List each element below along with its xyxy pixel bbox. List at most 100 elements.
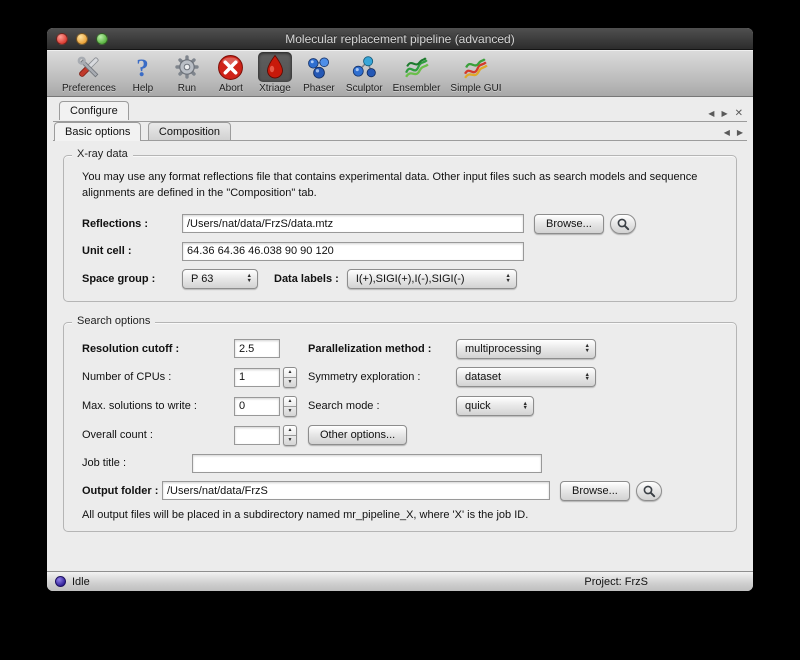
toolbar-item-ensembler[interactable]: Ensembler (390, 52, 444, 94)
toolbar-label: Help (133, 83, 154, 94)
tab-nav-left-icon[interactable]: ◀ (708, 109, 714, 118)
space-group-label: Space group : (82, 273, 182, 285)
toolbar-item-run[interactable]: Run (167, 52, 207, 94)
search-mode-label: Search mode : (308, 400, 456, 412)
tab-configure-label: Configure (70, 105, 118, 117)
popup-arrows-icon: ▲▼ (247, 274, 252, 283)
output-folder-input[interactable] (162, 481, 550, 500)
output-folder-label: Output folder : (82, 485, 162, 497)
reflections-label: Reflections : (82, 218, 182, 230)
search-options-group: Search options Resolution cutoff : Paral… (63, 322, 737, 532)
status-indicator-icon (55, 576, 66, 587)
toolbar-item-abort[interactable]: Abort (211, 52, 251, 94)
abort-x-icon (214, 52, 248, 82)
output-folder-search-button[interactable] (636, 481, 662, 501)
job-title-input[interactable] (192, 454, 542, 473)
resolution-row: Resolution cutoff : Parallelization meth… (82, 339, 724, 359)
search-options-group-title: Search options (72, 315, 155, 327)
max-solutions-label: Max. solutions to write : (82, 400, 234, 412)
tab-composition[interactable]: Composition (148, 122, 231, 140)
preferences-tools-icon (72, 52, 106, 82)
popup-arrows-icon: ▲▼ (585, 373, 590, 382)
data-labels-select[interactable]: I(+),SIGI(+),I(-),SIGI(-) ▲▼ (347, 269, 517, 289)
desktop-background: Molecular replacement pipeline (advanced… (0, 0, 800, 660)
sculptor-molecule-icon (347, 52, 381, 82)
num-cpus-input[interactable] (234, 368, 280, 387)
tab-basic-options[interactable]: Basic options (54, 122, 141, 141)
subtab-nav-left-icon[interactable]: ◀ (724, 128, 730, 137)
space-group-select[interactable]: P 63 ▲▼ (182, 269, 258, 289)
status-text: Idle (72, 576, 90, 588)
project-label: Project: FrzS (584, 576, 648, 588)
tab-configure[interactable]: Configure (59, 101, 129, 120)
search-mode-value: quick (465, 400, 491, 412)
output-note: All output files will be placed in a sub… (82, 509, 724, 521)
overall-count-stepper[interactable]: ▲▼ (283, 425, 297, 446)
output-folder-browse-button[interactable]: Browse... (560, 481, 630, 501)
num-cpus-label: Number of CPUs : (82, 371, 234, 383)
sub-tabrow: Basic options Composition ◀ ▶ (53, 122, 747, 141)
tab-nav-right-icon[interactable]: ▶ (721, 109, 727, 118)
max-solutions-input[interactable] (234, 397, 280, 416)
search-mode-select[interactable]: quick ▲▼ (456, 396, 534, 416)
app-window: Molecular replacement pipeline (advanced… (47, 28, 753, 591)
symmetry-value: dataset (465, 371, 501, 383)
toolbar-label: Ensembler (393, 83, 441, 94)
cpus-row: Number of CPUs : ▲▼ Symmetry exploration… (82, 367, 724, 388)
subtab-nav-right-icon[interactable]: ▶ (737, 128, 743, 137)
overall-count-label: Overall count : (82, 429, 234, 441)
toolbar-item-phaser[interactable]: Phaser (299, 52, 339, 94)
popup-arrows-icon: ▲▼ (585, 344, 590, 353)
simple-gui-ribbon-icon (459, 52, 493, 82)
toolbar-item-help[interactable]: ? Help (123, 52, 163, 94)
output-folder-row: Output folder : Browse... (82, 481, 724, 501)
toolbar-label: Simple GUI (450, 83, 501, 94)
sub-tab-nav: ◀ ▶ (724, 128, 743, 137)
toolbar-label: Sculptor (346, 83, 383, 94)
toolbar-item-simple-gui[interactable]: Simple GUI (447, 52, 504, 94)
svg-text:?: ? (137, 54, 149, 80)
reflections-search-button[interactable] (610, 214, 636, 234)
popup-arrows-icon: ▲▼ (523, 402, 528, 411)
resolution-cutoff-label: Resolution cutoff : (82, 343, 234, 355)
tab-close-icon[interactable]: ✕ (735, 110, 743, 118)
max-solutions-stepper[interactable]: ▲▼ (283, 396, 297, 417)
symmetry-select[interactable]: dataset ▲▼ (456, 367, 596, 387)
max-solutions-row: Max. solutions to write : ▲▼ Search mode… (82, 396, 724, 417)
run-gear-icon (170, 52, 204, 82)
unit-cell-input[interactable] (182, 242, 524, 261)
toolbar-label: Run (178, 83, 196, 94)
minimize-window-button[interactable] (76, 33, 88, 45)
unit-cell-label: Unit cell : (82, 245, 182, 257)
overall-count-input[interactable] (234, 426, 280, 445)
toolbar-item-preferences[interactable]: Preferences (59, 52, 119, 94)
phaser-molecule-icon (302, 52, 336, 82)
zoom-window-button[interactable] (96, 33, 108, 45)
reflections-browse-button[interactable]: Browse... (534, 214, 604, 234)
parallelization-select[interactable]: multiprocessing ▲▼ (456, 339, 596, 359)
window-title: Molecular replacement pipeline (advanced… (47, 28, 753, 50)
unit-cell-row: Unit cell : (82, 242, 724, 261)
reflections-row: Reflections : Browse... (82, 214, 724, 234)
num-cpus-stepper[interactable]: ▲▼ (283, 367, 297, 388)
main-tab-nav: ◀ ▶ ✕ (708, 109, 743, 118)
search-icon (616, 217, 630, 231)
overall-count-row: Overall count : ▲▼ Other options... (82, 425, 724, 446)
data-labels-label: Data labels : (274, 273, 339, 285)
reflections-input[interactable] (182, 214, 524, 233)
xtriage-drop-icon (258, 52, 292, 82)
titlebar[interactable]: Molecular replacement pipeline (advanced… (47, 28, 753, 50)
xray-data-group: X-ray data You may use any format reflec… (63, 155, 737, 302)
resolution-cutoff-input[interactable] (234, 339, 280, 358)
window-controls (56, 33, 108, 45)
toolbar-item-sculptor[interactable]: Sculptor (343, 52, 386, 94)
job-title-row: Job title : (82, 454, 724, 473)
toolbar-item-xtriage[interactable]: Xtriage (255, 52, 295, 94)
space-group-row: Space group : P 63 ▲▼ Data labels : I(+)… (82, 269, 724, 289)
toolbar-label: Phaser (303, 83, 335, 94)
statusbar: Idle Project: FrzS (47, 571, 753, 591)
tab-composition-label: Composition (159, 126, 220, 138)
close-window-button[interactable] (56, 33, 68, 45)
other-options-button[interactable]: Other options... (308, 425, 407, 445)
data-labels-value: I(+),SIGI(+),I(-),SIGI(-) (356, 273, 465, 285)
